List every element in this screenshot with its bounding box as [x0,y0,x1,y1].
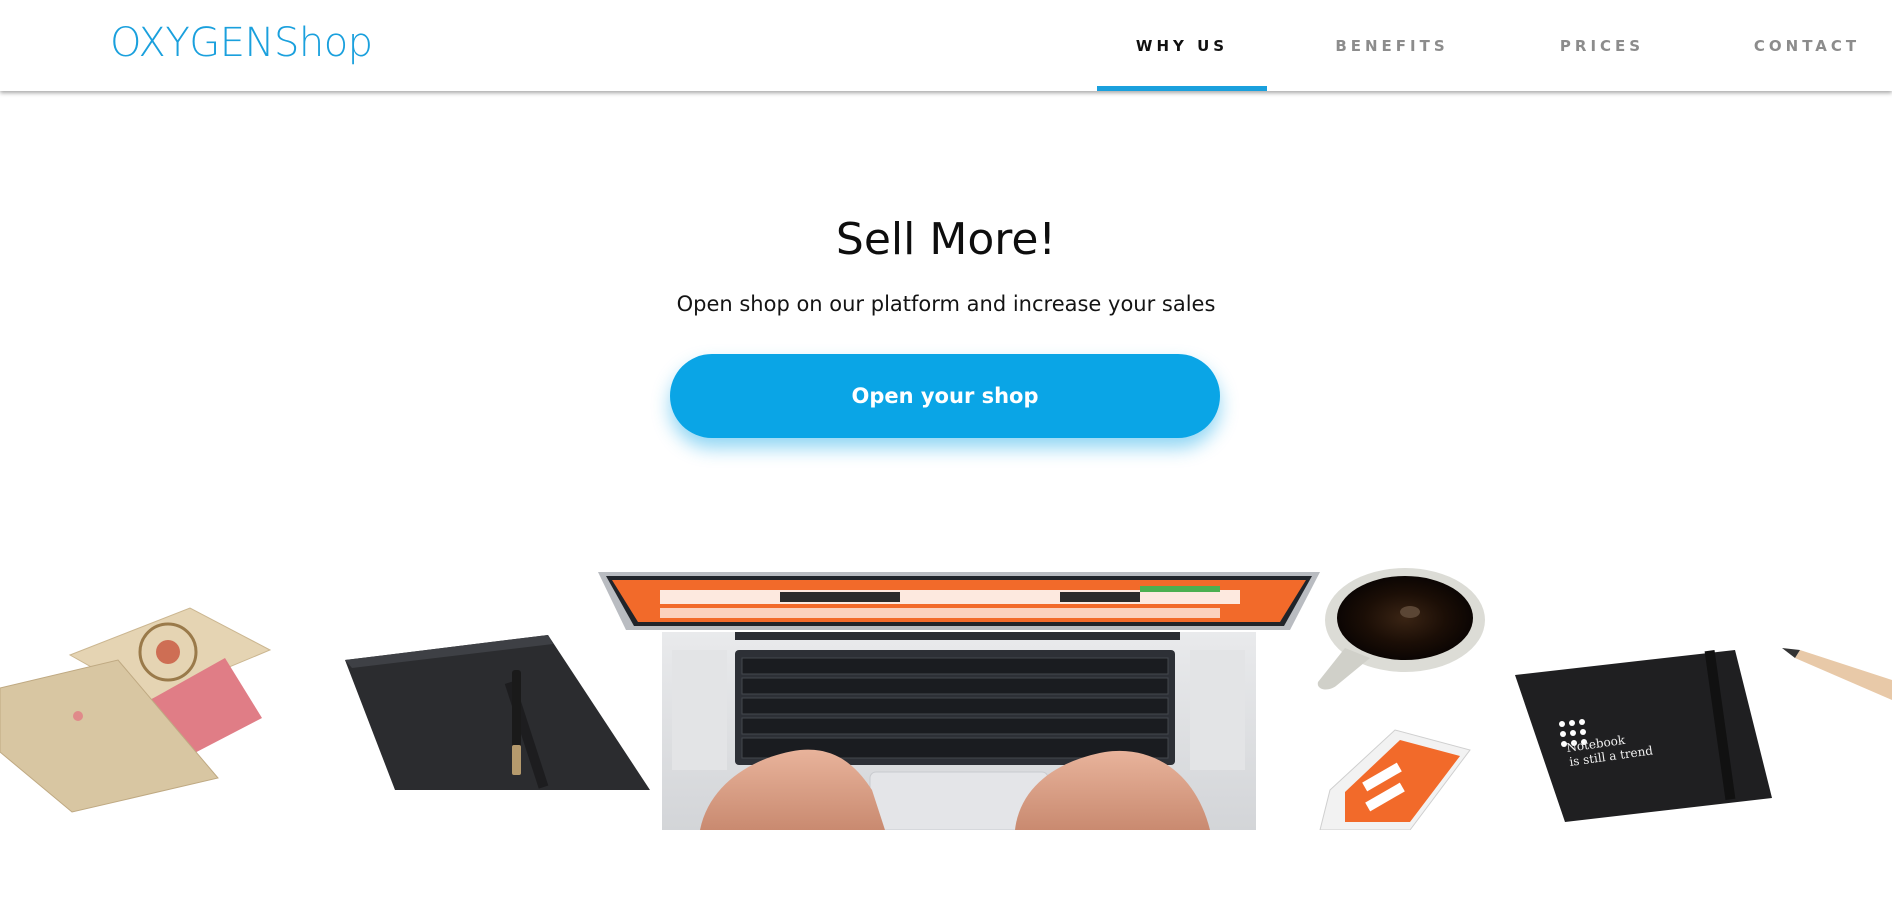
nav-item-contact[interactable]: CONTACT [1722,0,1892,91]
open-shop-button[interactable]: Open your shop [670,354,1220,438]
hero-title: Sell More! [835,214,1057,265]
nav-item-why-us[interactable]: WHY US [1097,0,1267,91]
pencil-image [1782,648,1892,700]
smartphone-image [1319,729,1471,830]
main-nav: WHY US BENEFITS PRICES CONTACT [0,0,1892,91]
hero-subtitle: Open shop on our platform and increase y… [676,292,1216,316]
notebook-image: Notebook is still a trend [1515,650,1772,822]
greeting-cards-image [0,607,272,813]
hero-illustration: Notebook is still a trend [0,540,1892,830]
nav-item-prices[interactable]: PRICES [1517,0,1687,91]
laptop-image [598,572,1320,830]
nav-item-benefits[interactable]: BENEFITS [1307,0,1477,91]
black-planner-image [345,635,650,790]
coffee-cup-image [1317,568,1485,690]
desk-scene-image: Notebook is still a trend [0,568,1892,830]
site-header: OXYGENShop WHY US BENEFITS PRICES CONTAC… [0,0,1892,91]
